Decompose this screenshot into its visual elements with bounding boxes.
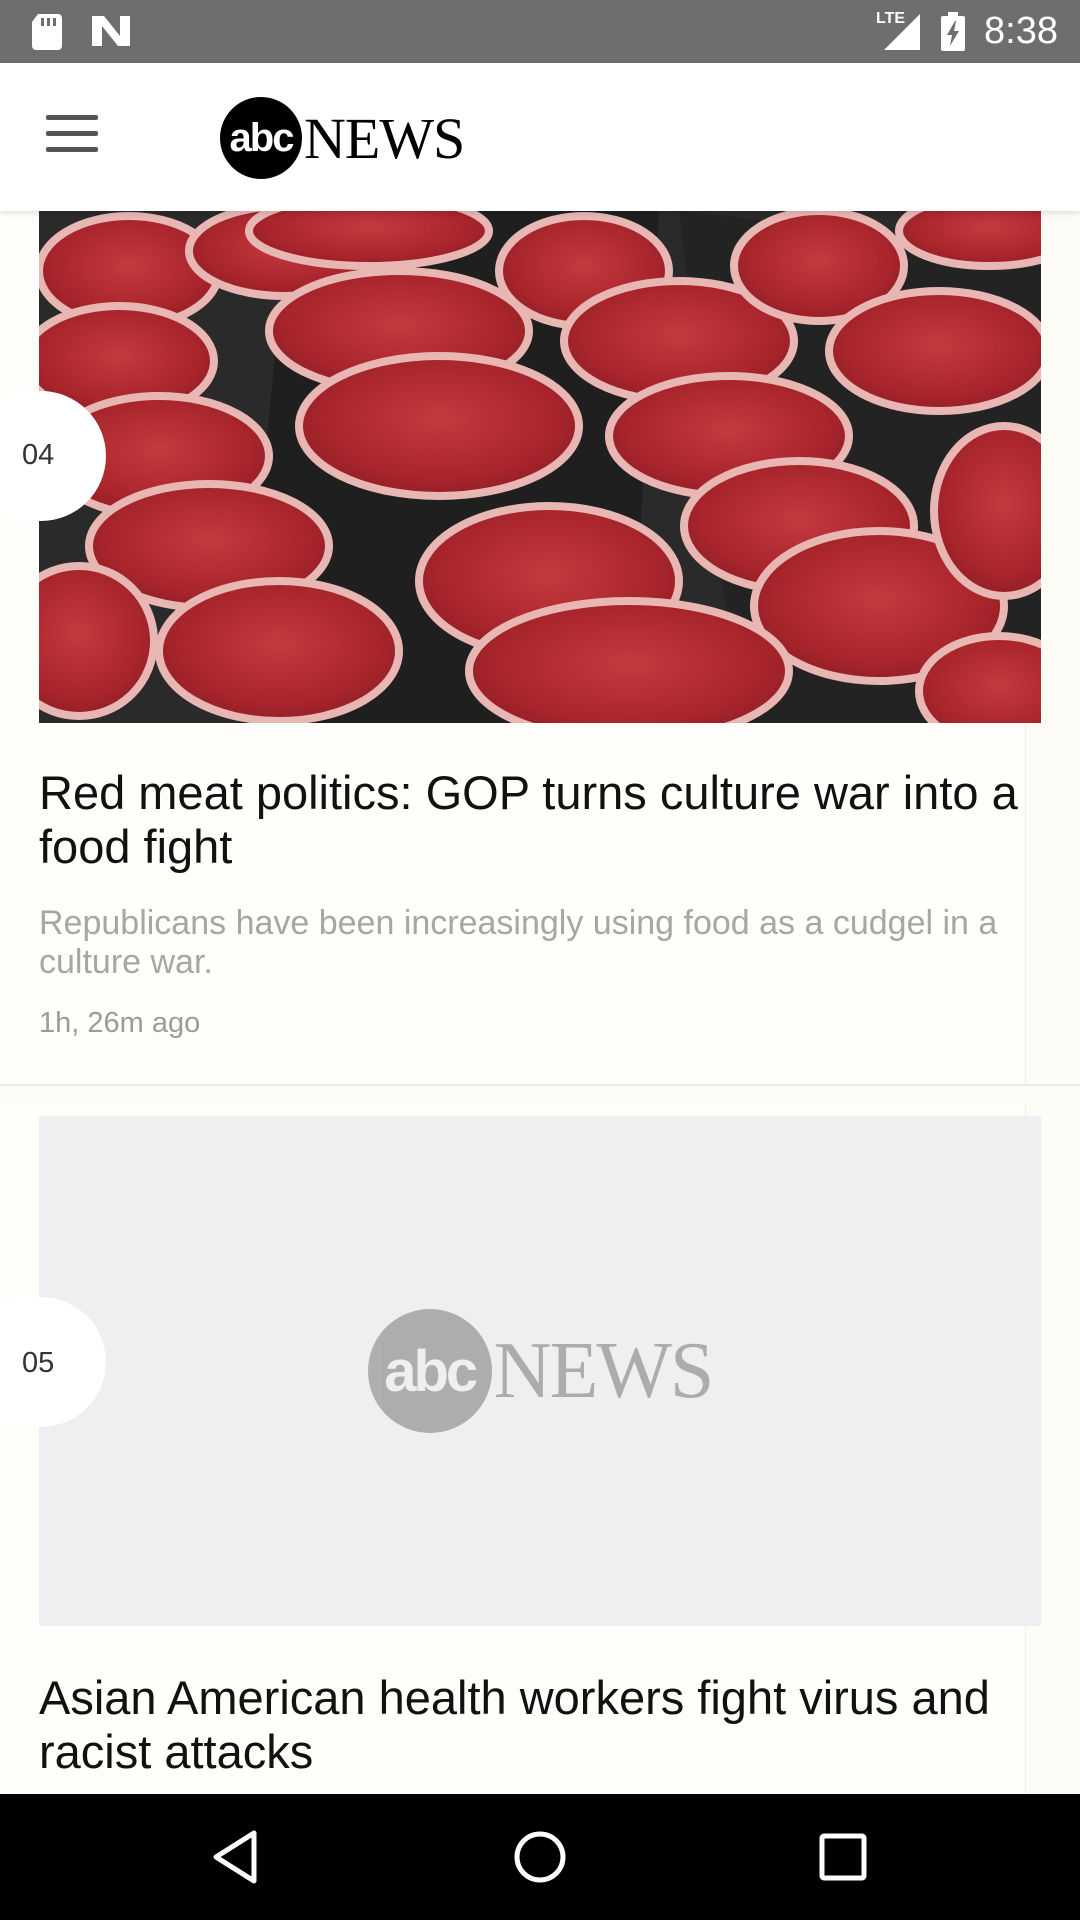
news-wordmark: NEWS: [493, 1326, 715, 1415]
n-notification-icon: [92, 16, 130, 46]
sd-card-icon: [32, 14, 62, 50]
story-headline[interactable]: Asian American health workers fight viru…: [39, 1671, 1029, 1779]
raw-steaks-photo: [39, 211, 1041, 723]
story-divider: [0, 1084, 1080, 1086]
rank-number: 05: [22, 1347, 55, 1379]
abc-news-logo[interactable]: abc NEWS: [220, 97, 465, 179]
news-wordmark: NEWS: [304, 105, 465, 171]
story-card[interactable]: abc NEWS 05 Asian American health worker…: [0, 1103, 1080, 1794]
app-header: abc NEWS: [0, 63, 1080, 211]
hamburger-menu-icon[interactable]: [46, 115, 98, 155]
system-nav-bar: [0, 1794, 1080, 1920]
story-image[interactable]: abc NEWS: [39, 1116, 1041, 1626]
abc-logo-circle: abc: [220, 97, 302, 179]
rank-number: 04: [22, 439, 55, 471]
abc-logo-circle: abc: [367, 1309, 492, 1433]
back-triangle-icon[interactable]: [210, 1829, 260, 1885]
story-headline[interactable]: Red meat politics: GOP turns culture war…: [39, 766, 1029, 874]
abc-news-placeholder-logo: abc NEWS: [367, 1309, 715, 1433]
home-circle-icon[interactable]: [512, 1829, 568, 1885]
story-card[interactable]: 04 Red meat politics: GOP turns culture …: [0, 211, 1080, 1083]
story-image[interactable]: [39, 211, 1041, 723]
lte-signal-icon: [884, 14, 920, 50]
story-timestamp: 1h, 26m ago: [39, 1007, 201, 1039]
story-summary[interactable]: Republicans have been increasingly using…: [39, 904, 1029, 982]
status-bar: LTE 8:38: [0, 0, 1080, 63]
battery-charging-icon: [941, 12, 965, 51]
story-feed[interactable]: 04 Red meat politics: GOP turns culture …: [0, 211, 1080, 1794]
recents-square-icon[interactable]: [818, 1829, 868, 1885]
clock: 8:38: [984, 10, 1058, 52]
